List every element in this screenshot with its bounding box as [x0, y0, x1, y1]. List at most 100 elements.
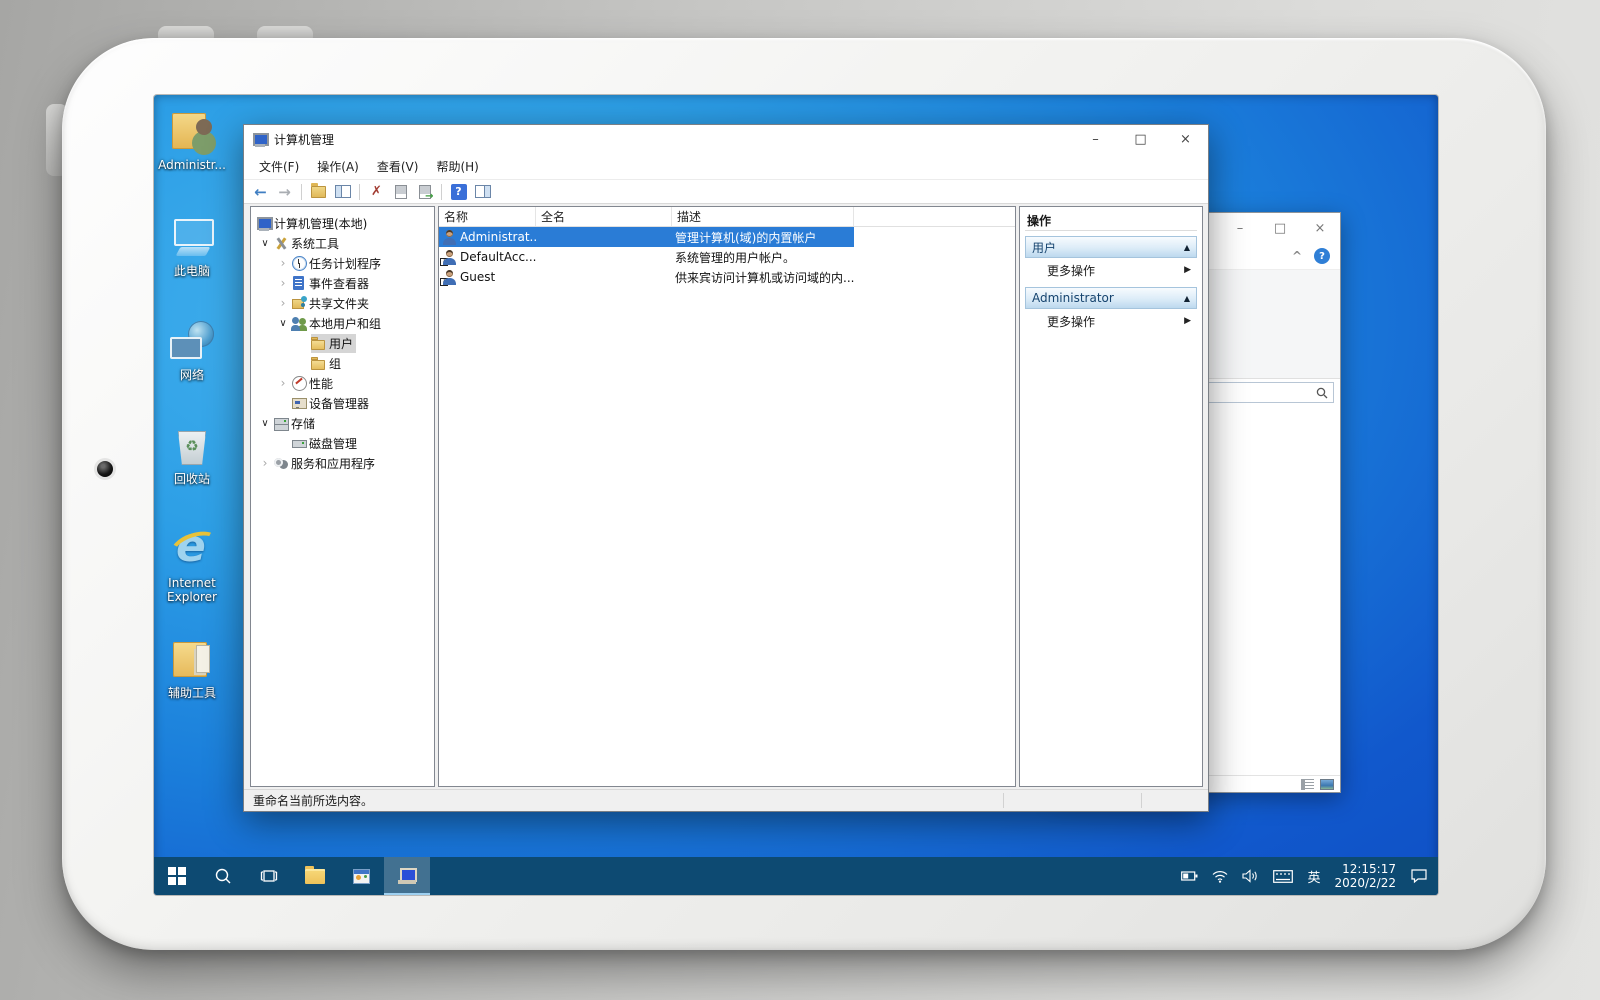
collapse-section-icon[interactable]: ▲	[1184, 243, 1190, 252]
list-row-defaultaccount[interactable]: ↓ DefaultAcc... 系统管理的用户帐户。	[439, 247, 1015, 267]
close-button[interactable]: ×	[1300, 213, 1340, 243]
touch-keyboard-icon[interactable]	[1273, 870, 1293, 883]
close-button[interactable]: ×	[1163, 125, 1208, 153]
input-language-indicator[interactable]: 英	[1307, 867, 1320, 886]
system-app-button[interactable]	[338, 857, 384, 895]
expand-icon[interactable]: ∨	[275, 318, 291, 329]
tree-item-shared-folders[interactable]: › 共享文件夹	[251, 293, 434, 313]
tree-item-task-scheduler[interactable]: › 任务计划程序	[251, 253, 434, 273]
toolbar-separator	[441, 184, 442, 200]
tree-item-local-users-groups[interactable]: ∨ 本地用户和组	[251, 313, 434, 333]
internet-explorer-icon	[168, 527, 216, 573]
taskbar-clock[interactable]: 12:15:17 2020/2/22	[1334, 862, 1396, 890]
battery-icon[interactable]	[1181, 870, 1198, 882]
properties-button[interactable]	[390, 182, 411, 202]
computer-icon	[256, 216, 272, 231]
actions-header: 操作	[1025, 211, 1197, 231]
window-title: 计算机管理	[274, 131, 334, 148]
menu-bar: 文件(F) 操作(A) 查看(V) 帮助(H)	[244, 153, 1208, 179]
tree-item-users[interactable]: 用户	[251, 333, 434, 353]
action-section-users[interactable]: 用户 ▲	[1025, 236, 1197, 258]
collapse-icon[interactable]: ›	[275, 276, 291, 290]
tree-item-disk-management[interactable]: 磁盘管理	[251, 433, 434, 453]
column-header-fullname[interactable]: 全名	[536, 207, 672, 226]
start-button[interactable]	[154, 857, 200, 895]
action-section-administrator[interactable]: Administrator ▲	[1025, 287, 1197, 309]
computer-management-taskbar-button[interactable]	[384, 857, 430, 895]
thumbnail-view-icon[interactable]	[1320, 779, 1334, 790]
minimize-button[interactable]: –	[1073, 125, 1118, 153]
computer-management-icon	[398, 868, 416, 884]
collapse-icon[interactable]: ›	[275, 376, 291, 390]
folder-icon	[311, 356, 327, 371]
tree-item-services-applications[interactable]: › 服务和应用程序	[251, 453, 434, 473]
menu-help[interactable]: 帮助(H)	[427, 154, 487, 179]
desktop-icon-recycle-bin[interactable]: 回收站	[154, 423, 230, 486]
collapse-icon[interactable]: ›	[275, 296, 291, 310]
export-list-button[interactable]	[414, 182, 435, 202]
forward-button[interactable]: →	[274, 182, 295, 202]
status-divider	[1141, 793, 1142, 808]
disk-icon	[291, 436, 307, 451]
expand-icon[interactable]: ∨	[257, 238, 273, 249]
system-tray: 英 12:15:17 2020/2/22	[1181, 857, 1438, 895]
tree-item-event-viewer[interactable]: › 事件查看器	[251, 273, 434, 293]
action-center-icon[interactable]	[1410, 868, 1428, 884]
maximize-button[interactable]: □	[1118, 125, 1163, 153]
clock-time: 12:15:17	[1334, 862, 1396, 876]
tree-item-device-manager[interactable]: 设备管理器	[251, 393, 434, 413]
minimize-button[interactable]: –	[1220, 213, 1260, 243]
collapse-icon[interactable]: ›	[257, 456, 273, 470]
services-icon	[273, 456, 289, 471]
clock-date: 2020/2/22	[1334, 876, 1396, 890]
collapse-icon[interactable]: ›	[275, 256, 291, 270]
tree-item-performance[interactable]: › 性能	[251, 373, 434, 393]
computer-management-window[interactable]: 计算机管理 – □ × 文件(F) 操作(A) 查看(V) 帮助(H) ← → …	[243, 124, 1209, 812]
menu-view[interactable]: 查看(V)	[368, 154, 428, 179]
back-button[interactable]: ←	[250, 182, 271, 202]
actions-pane[interactable]: 操作 用户 ▲ 更多操作 ▶ Administrator ▲ 更多操作 ▶	[1019, 206, 1203, 787]
collapse-section-icon[interactable]: ▲	[1184, 294, 1190, 303]
desktop-icon-this-pc[interactable]: 此电脑	[154, 215, 230, 278]
delete-button[interactable]: ✗	[366, 182, 387, 202]
list-row-guest[interactable]: ↓ Guest 供来宾访问计算机或访问域的内...	[439, 267, 1015, 287]
menu-file[interactable]: 文件(F)	[250, 154, 308, 179]
tree-item-system-tools[interactable]: ∨ 系统工具	[251, 233, 434, 253]
help-icon[interactable]: ?	[1314, 248, 1330, 264]
column-header-description[interactable]: 描述	[672, 207, 854, 226]
more-actions-users[interactable]: 更多操作 ▶	[1025, 258, 1197, 282]
desktop-icon-network[interactable]: 网络	[154, 319, 230, 382]
tree-item-storage[interactable]: ∨ 存储	[251, 413, 434, 433]
list-row-administrator[interactable]: Administrat... 管理计算机(域)的内置帐户	[439, 227, 1015, 247]
maximize-button[interactable]: □	[1260, 213, 1300, 243]
search-button[interactable]	[200, 857, 246, 895]
console-tree-toggle-button[interactable]	[332, 182, 353, 202]
action-pane-toggle-button[interactable]	[472, 182, 493, 202]
windows-logo-icon	[168, 867, 186, 885]
search-icon	[214, 867, 232, 885]
tree-item-groups[interactable]: 组	[251, 353, 434, 373]
this-pc-icon	[168, 215, 216, 261]
help-button[interactable]: ?	[448, 182, 469, 202]
file-explorer-button[interactable]	[292, 857, 338, 895]
expand-icon[interactable]: ∨	[257, 418, 273, 429]
more-actions-administrator[interactable]: 更多操作 ▶	[1025, 309, 1197, 333]
column-header-name[interactable]: 名称	[439, 207, 536, 226]
desktop-icon-administrator[interactable]: Administr...	[154, 109, 230, 172]
tree-item-computer-management[interactable]: 计算机管理(本地)	[251, 213, 434, 233]
user-list-pane[interactable]: 名称 全名 描述 Administrat... 管理计算机(域)的内置帐户 ↓ …	[438, 206, 1016, 787]
task-view-button[interactable]	[246, 857, 292, 895]
details-view-icon[interactable]	[1301, 779, 1314, 790]
desktop-icon-tools[interactable]: 辅助工具	[154, 637, 230, 700]
desktop-icon-internet-explorer[interactable]: Internet Explorer	[154, 527, 230, 604]
wifi-icon[interactable]	[1212, 870, 1228, 883]
console-tree-pane[interactable]: 计算机管理(本地) ∨ 系统工具 › 任务计划程序 › 事件查看器	[250, 206, 435, 787]
recycle-bin-icon	[168, 423, 216, 469]
menu-action[interactable]: 操作(A)	[308, 154, 368, 179]
title-bar[interactable]: 计算机管理 – □ ×	[244, 125, 1208, 153]
up-level-button[interactable]	[308, 182, 329, 202]
ribbon-collapse-icon[interactable]: ^	[1292, 249, 1302, 263]
network-icon	[168, 319, 216, 365]
folder-icon	[311, 336, 327, 351]
volume-icon[interactable]	[1242, 869, 1259, 883]
